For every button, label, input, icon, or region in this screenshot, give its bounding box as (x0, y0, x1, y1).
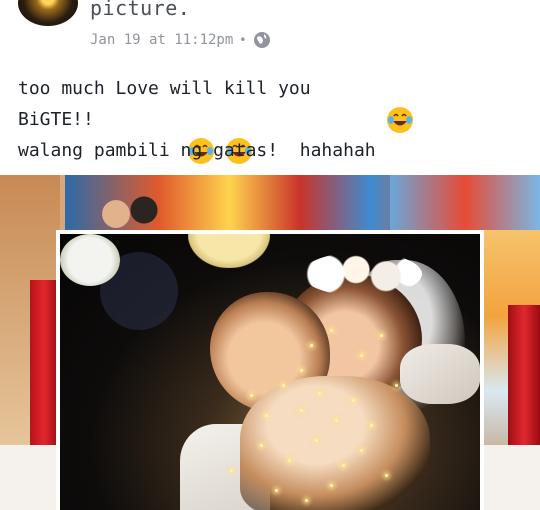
background-curtain-right (508, 305, 540, 445)
bokeh-light (60, 234, 120, 286)
post-body: too much Love will kill you BiGTE!! wala… (18, 73, 518, 166)
post-line-1: too much Love will kill you (18, 73, 518, 133)
laughing-emoji-icon (321, 75, 413, 133)
laughing-emoji-icon (160, 106, 252, 164)
bokeh-light (188, 234, 270, 268)
flower-crown (302, 252, 422, 296)
post-line-3-text: walang pambili ng gatas! hahahah (18, 140, 376, 161)
globe-icon[interactable] (253, 31, 271, 49)
post-photo[interactable] (0, 175, 540, 510)
background-curtain-left (30, 280, 58, 445)
profile-avatar[interactable] (18, 0, 78, 26)
post-line-2: BiGTE!! (18, 104, 518, 164)
post-timestamp[interactable]: Jan 19 at 11:12pm (90, 32, 233, 48)
arm (400, 344, 480, 404)
post-line-3: walang pambili ng gatas! hahahah (18, 135, 518, 166)
laughing-emoji-icon (122, 106, 214, 164)
post-line-2-text: BiGTE!! (18, 109, 94, 130)
meta-separator: • (239, 33, 247, 47)
couple-photo (60, 234, 480, 510)
hands-with-lights (240, 376, 430, 510)
post-line-1-text: too much Love will kill you (18, 78, 311, 99)
post-meta: Jan 19 at 11:12pm • (90, 31, 271, 49)
photo-frame (56, 230, 484, 510)
post-header-text: picture. (90, 0, 191, 20)
background-poster-right (390, 175, 540, 230)
